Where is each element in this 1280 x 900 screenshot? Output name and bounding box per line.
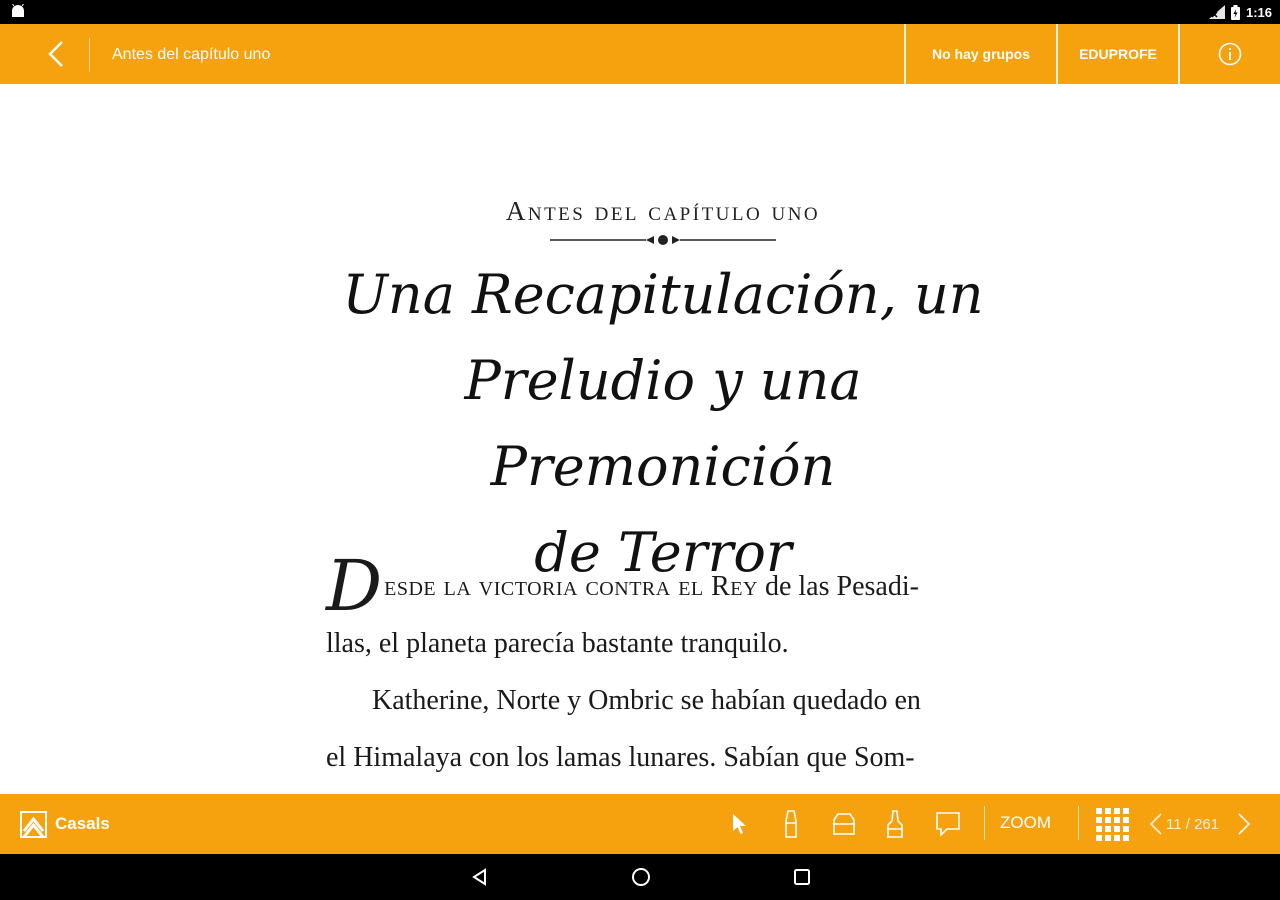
comment-icon <box>936 812 960 837</box>
top-bar: Antes del capítulo uno No hay grupos EDU… <box>0 24 1280 84</box>
thumbnails-button[interactable] <box>1095 806 1131 842</box>
paragraph-line: el Himalaya con los lamas lunares. Sabía… <box>326 742 915 773</box>
eraser-icon <box>833 813 855 835</box>
grid-icon <box>1096 808 1129 841</box>
groups-button[interactable]: No hay grupos <box>904 24 1056 84</box>
system-nav-bar <box>0 854 1280 900</box>
signal-icon <box>1208 5 1225 19</box>
toolbar-divider <box>984 806 985 840</box>
toolbar-divider <box>1078 806 1079 840</box>
chapter-heading: Una Recapitulación, un Preludio y una Pr… <box>300 252 1026 596</box>
chapter-eyebrow: Antes del capítulo uno <box>505 196 821 226</box>
divider <box>89 38 90 72</box>
nav-home-button[interactable] <box>626 862 656 892</box>
smallcaps-text: esde la victoria contra el Rey <box>384 571 758 602</box>
ornament-divider <box>550 235 776 245</box>
nav-recents-button[interactable] <box>787 862 817 892</box>
chevron-left-icon <box>1149 813 1162 835</box>
text-run: de las Pesadi- <box>757 571 919 602</box>
brand-name: Casals <box>55 814 110 833</box>
chevron-left-icon <box>48 41 63 67</box>
status-right: 1:16 <box>1208 3 1272 21</box>
nav-home-icon <box>632 868 650 886</box>
casals-logo-icon <box>20 810 47 838</box>
android-icon <box>12 4 24 17</box>
highlighter-icon <box>887 810 903 838</box>
nav-back-button[interactable] <box>465 862 495 892</box>
eraser-tool-button[interactable] <box>826 806 862 842</box>
paragraph-line: Desde la victoria contra el Rey de las P… <box>326 545 1002 627</box>
marker-icon <box>785 810 797 838</box>
heading-line: Preludio y una Premonición <box>464 349 862 498</box>
chevron-right-icon <box>1238 813 1251 835</box>
brand-logo: Casals <box>20 810 110 838</box>
chapter-title: Antes del capítulo uno <box>112 46 271 63</box>
paragraph-line: llas, el planeta parecía bastante tranqu… <box>326 628 789 659</box>
select-tool-button[interactable] <box>722 806 758 842</box>
drop-cap: D <box>326 545 383 627</box>
bottom-toolbar: Casals ZOOM 11 / 261 <box>0 794 1280 854</box>
cursor-icon <box>733 814 746 834</box>
status-bar: 1:16 <box>0 0 1280 24</box>
next-page-button[interactable] <box>1226 806 1262 842</box>
body-text: Desde la victoria contra el Rey de las P… <box>326 545 1002 786</box>
nav-recents-icon <box>794 869 810 885</box>
status-time: 1:16 <box>1245 4 1272 20</box>
user-button[interactable]: EDUPROFE <box>1056 24 1178 84</box>
back-button[interactable] <box>38 38 74 70</box>
highlighter-tool-button[interactable] <box>877 806 913 842</box>
page-counter: 11 / 261 <box>1166 816 1220 833</box>
nav-back-icon <box>472 868 486 886</box>
zoom-button[interactable]: ZOOM <box>1000 794 1051 854</box>
comment-tool-button[interactable] <box>930 806 966 842</box>
book-page[interactable]: Antes del capítulo uno Una Recapitulació… <box>0 84 1280 794</box>
marker-tool-button[interactable] <box>773 806 809 842</box>
battery-icon <box>1230 4 1240 20</box>
info-icon <box>1218 42 1242 66</box>
paragraph-line: Katherine, Norte y Ombric se habían qued… <box>372 685 921 716</box>
info-button[interactable] <box>1178 24 1280 84</box>
heading-line: Una Recapitulación, un <box>342 263 984 326</box>
